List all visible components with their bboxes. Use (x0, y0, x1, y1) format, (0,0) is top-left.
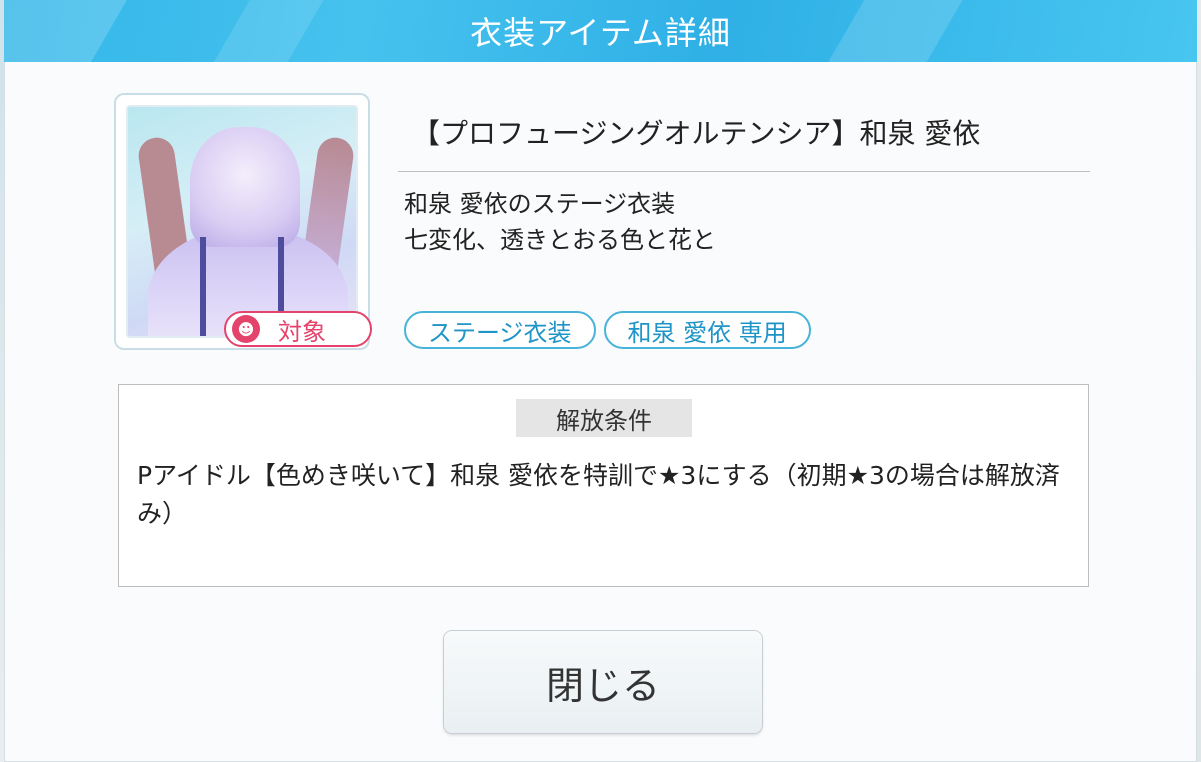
close-button[interactable]: 閉じる (444, 631, 762, 733)
target-badge-label: 対象 (278, 317, 326, 346)
unlock-condition-title: 解放条件 (516, 399, 692, 437)
unlock-condition-text: Pアイドル【色めき咲いて】和泉 愛依を特訓で★3にする（初期★3の場合は解放済み… (137, 461, 1060, 528)
dialog-header: 衣装アイテム詳細 (4, 0, 1197, 62)
description-line: 七変化、透きとおる色と花と (404, 226, 716, 254)
costume-image (126, 105, 358, 338)
unlock-condition-box: 解放条件 Pアイドル【色めき咲いて】和泉 愛依を特訓で★3にする（初期★3の場合… (118, 384, 1089, 587)
costume-bodice (190, 127, 300, 247)
dialog-title: 衣装アイテム詳細 (470, 14, 731, 52)
costume-ribbon (200, 237, 206, 336)
item-description: 和泉 愛依のステージ衣装 七変化、透きとおる色と花と (404, 186, 716, 258)
description-line: 和泉 愛依のステージ衣装 (404, 190, 676, 218)
item-tags: ステージ衣装 和泉 愛依 専用 (404, 311, 811, 349)
tag-exclusive: 和泉 愛依 専用 (603, 311, 811, 349)
item-detail-dialog: 衣装アイテム詳細 ☻ 対象 【プロフュージングオルテンシア】和泉 愛依 和泉 愛… (4, 0, 1197, 762)
item-name: 【プロフュージングオルテンシア】和泉 愛依 (412, 117, 981, 150)
target-badge: ☻ 対象 (224, 311, 372, 347)
divider (398, 171, 1090, 172)
target-person-icon: ☻ (232, 315, 260, 343)
tag-stage-costume: ステージ衣装 (404, 311, 596, 349)
